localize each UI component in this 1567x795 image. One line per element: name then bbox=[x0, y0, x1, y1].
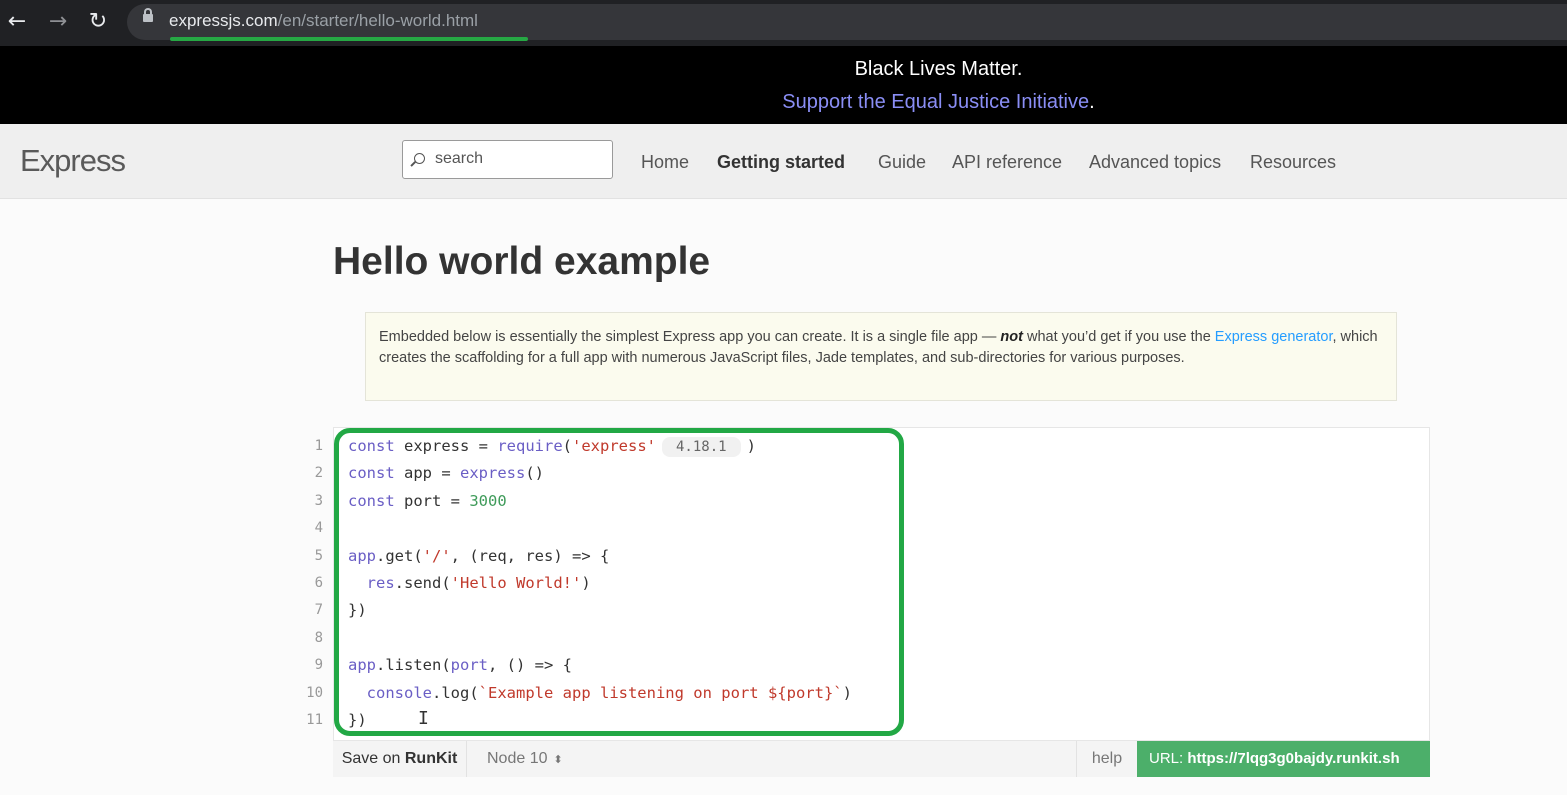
save-label: Save on bbox=[341, 750, 401, 767]
save-on-runkit-button[interactable]: Save on RunKit bbox=[333, 741, 467, 777]
express-generator-link[interactable]: Express generator bbox=[1215, 329, 1333, 345]
line-number: 3 bbox=[314, 492, 323, 509]
line-number: 5 bbox=[314, 547, 323, 564]
nav-resources[interactable]: Resources bbox=[1250, 152, 1336, 173]
url-text[interactable]: expressjs.com/en/starter/hello-world.htm… bbox=[169, 11, 478, 31]
endpoint-url-button[interactable]: URL: https://7lqg3g0bajdy.runkit.sh bbox=[1137, 741, 1430, 777]
code-highlight-annotation bbox=[334, 428, 904, 736]
line-number: 9 bbox=[314, 657, 323, 674]
line-number-gutter: 1 2 3 4 5 6 7 8 9 10 11 bbox=[299, 433, 323, 734]
nav-guide[interactable]: Guide bbox=[878, 152, 926, 173]
banner-link-line: Support the Equal Justice Initiative. bbox=[0, 91, 1567, 114]
banner-link-suffix: . bbox=[1089, 91, 1095, 113]
line-number: 10 bbox=[306, 684, 323, 701]
line-number: 7 bbox=[314, 602, 323, 619]
nav-advanced-topics[interactable]: Advanced topics bbox=[1089, 152, 1221, 173]
express-logo[interactable]: Express bbox=[20, 143, 126, 179]
equal-justice-link[interactable]: Support the Equal Justice Initiative bbox=[782, 91, 1089, 113]
line-number: 11 bbox=[306, 711, 323, 728]
note-text: what you’d get if you use the bbox=[1022, 329, 1215, 345]
banner-line: Black Lives Matter. bbox=[854, 58, 1023, 80]
page-title: Hello world example bbox=[333, 240, 711, 283]
reload-icon[interactable]: ↻ bbox=[85, 9, 111, 35]
line-number: 6 bbox=[314, 574, 323, 591]
search-input[interactable] bbox=[433, 149, 607, 169]
line-number: 1 bbox=[314, 438, 323, 454]
updown-arrows-icon: ⬍ bbox=[553, 754, 563, 766]
line-number: 8 bbox=[314, 629, 323, 646]
forward-arrow-icon[interactable]: → bbox=[45, 9, 71, 35]
browser-toolbar: ← → ↻ expressjs.com/en/starter/hello-wor… bbox=[0, 0, 1567, 46]
site-header: Express Home Getting started Guide API r… bbox=[0, 124, 1567, 199]
nav-home[interactable]: Home bbox=[641, 152, 689, 173]
url-path: /en/starter/hello-world.html bbox=[277, 11, 478, 30]
line-number: 4 bbox=[314, 520, 323, 537]
lock-icon bbox=[143, 8, 153, 22]
address-bar[interactable]: expressjs.com/en/starter/hello-world.htm… bbox=[127, 4, 1567, 40]
help-button[interactable]: help bbox=[1076, 741, 1137, 777]
url-label: URL: bbox=[1149, 750, 1184, 767]
intro-note: Embedded below is essentially the simple… bbox=[365, 312, 1397, 401]
url-value: https://7lqg3g0bajdy.runkit.sh bbox=[1187, 750, 1400, 767]
url-host: expressjs.com bbox=[169, 11, 278, 30]
line-number: 2 bbox=[314, 465, 323, 482]
note-emphasis: not bbox=[1000, 329, 1023, 345]
search-icon bbox=[414, 153, 425, 164]
nav-getting-started[interactable]: Getting started bbox=[717, 152, 845, 173]
node-version-select[interactable]: Node 10 ⬍ bbox=[487, 741, 563, 778]
embed-toolbar: Save on RunKit Node 10 ⬍ help URL: https:… bbox=[333, 740, 1430, 777]
runkit-label: RunKit bbox=[404, 750, 458, 767]
announcement-banner: Black Lives Matter. Support the Equal Ju… bbox=[0, 46, 1567, 124]
url-annotation-underline bbox=[170, 37, 528, 41]
back-arrow-icon[interactable]: ← bbox=[4, 9, 30, 35]
search-box[interactable] bbox=[402, 140, 613, 179]
nav-api-reference[interactable]: API reference bbox=[952, 152, 1062, 173]
note-text: Embedded below is essentially the simple… bbox=[379, 329, 1001, 345]
node-version-label: Node 10 bbox=[487, 750, 548, 767]
